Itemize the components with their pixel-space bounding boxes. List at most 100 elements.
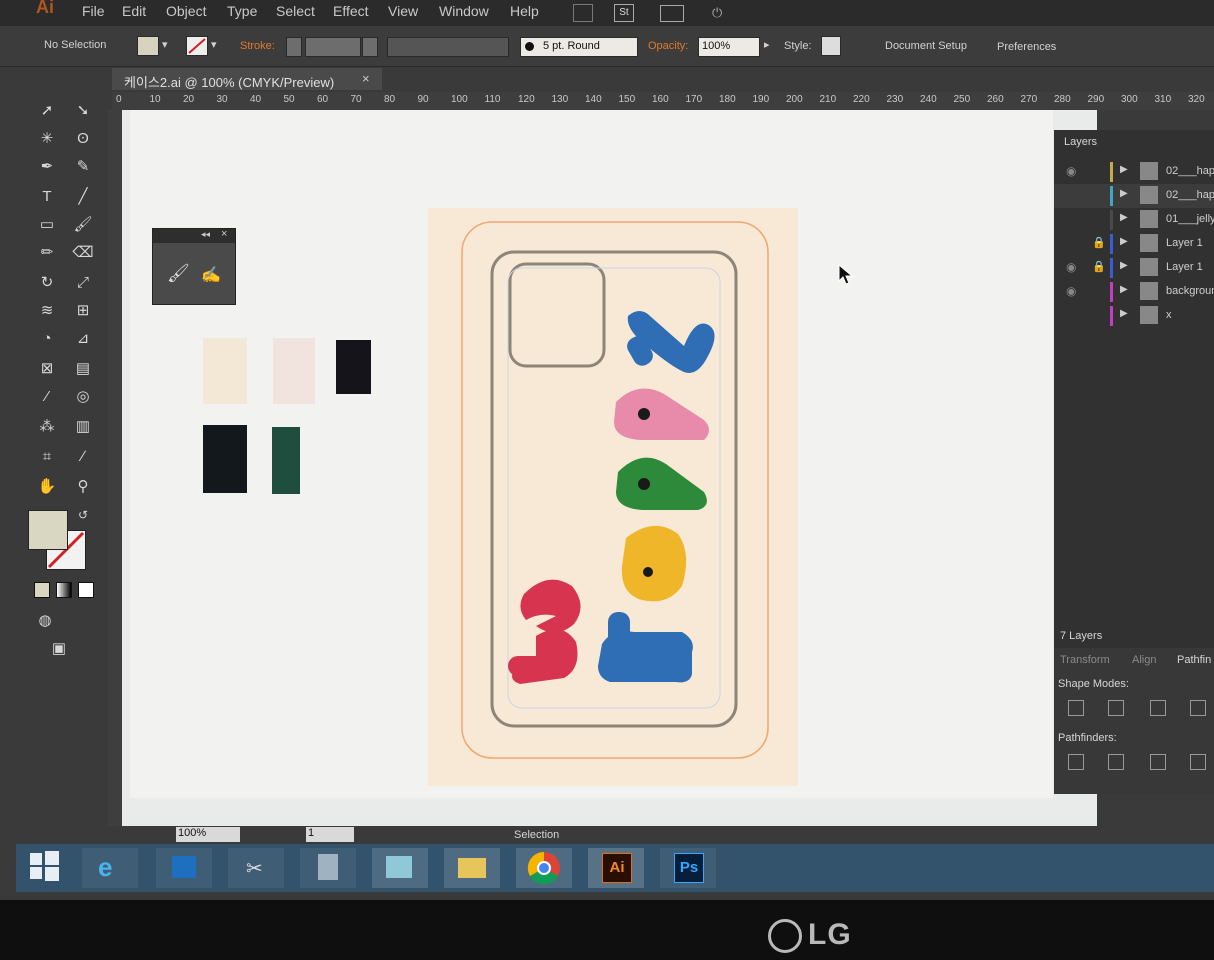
layer-name[interactable]: Layer 1 <box>1166 237 1203 249</box>
illustrator-taskbar-icon[interactable]: Ai <box>588 848 644 888</box>
menu-effect[interactable]: Effect <box>333 3 369 19</box>
layer-row[interactable]: ◉ ▶ 02___hap <box>1054 160 1214 184</box>
swatch-black[interactable] <box>336 340 371 394</box>
width-tool-icon[interactable]: ≋ <box>36 300 58 322</box>
pen-tool-icon[interactable]: ✒ <box>36 156 58 178</box>
photoshop-taskbar-icon[interactable]: Ps <box>660 848 716 888</box>
chrome-icon[interactable] <box>516 848 572 888</box>
layer-row[interactable]: ◉ 🔒 ▶ Layer 1 <box>1054 256 1214 280</box>
document-setup-button[interactable]: Document Setup <box>885 40 967 52</box>
arrange-documents-icon[interactable] <box>660 5 684 22</box>
eraser-tool-icon[interactable]: ⌫ <box>72 242 94 264</box>
expand-arrow-icon[interactable]: ▶ <box>1120 188 1128 199</box>
artboard-number-field[interactable]: 1 <box>306 827 354 842</box>
divide-icon[interactable] <box>1068 754 1084 770</box>
stock-icon[interactable]: St <box>614 4 634 22</box>
internet-explorer-icon[interactable]: e <box>82 848 138 888</box>
menu-help[interactable]: Help <box>510 3 539 19</box>
visibility-eye-icon[interactable]: ◉ <box>1066 284 1076 298</box>
stroke-weight-stepper[interactable] <box>286 37 302 57</box>
stroke-label[interactable]: Stroke: <box>240 40 275 52</box>
lock-icon[interactable]: 🔒 <box>1092 236 1106 249</box>
layer-name[interactable]: Layer 1 <box>1166 261 1203 273</box>
column-graph-tool-icon[interactable]: ▥ <box>72 416 94 438</box>
layer-row[interactable]: ▶ x <box>1054 304 1214 328</box>
notes-app-icon[interactable] <box>372 848 428 888</box>
status-mode[interactable]: Selection <box>514 829 559 841</box>
menu-select[interactable]: Select <box>276 3 315 19</box>
variable-width-profile[interactable] <box>387 37 509 57</box>
zoom-tool-icon[interactable]: ⚲ <box>72 476 94 498</box>
document-tab[interactable]: 케이스2.ai @ 100% (CMYK/Preview) × <box>112 68 382 90</box>
layer-name[interactable]: backgroun <box>1166 285 1214 297</box>
layer-row[interactable]: 🔒 ▶ Layer 1 <box>1054 232 1214 256</box>
sync-icon[interactable]: ⏻ <box>712 5 734 21</box>
file-explorer-icon[interactable] <box>444 848 500 888</box>
lasso-tool-icon[interactable]: ʘ <box>72 128 94 150</box>
stroke-swatch[interactable] <box>186 36 208 56</box>
stroke-weight-dropdown[interactable] <box>362 37 378 57</box>
selection-tool-icon[interactable]: ➚ <box>36 100 58 122</box>
expand-arrow-icon[interactable]: ▶ <box>1120 236 1128 247</box>
symbol-sprayer-tool-icon[interactable]: ⁂ <box>36 416 58 438</box>
rectangle-tool-icon[interactable]: ▭ <box>36 214 58 236</box>
menu-object[interactable]: Object <box>166 3 206 19</box>
swatch-blush[interactable] <box>273 338 315 404</box>
expand-arrow-icon[interactable]: ▶ <box>1120 164 1128 175</box>
hand-tool-icon[interactable]: ✋ <box>36 476 58 498</box>
paintbrush-tool-icon[interactable]: 🖌 <box>72 214 94 236</box>
opacity-arrow-icon[interactable]: ▸ <box>764 38 770 51</box>
minus-front-icon[interactable] <box>1108 700 1124 716</box>
layer-name[interactable]: x <box>1166 309 1172 321</box>
tools-app-icon[interactable]: ✂ <box>228 848 284 888</box>
style-swatch[interactable] <box>821 36 841 56</box>
pencil-tool-icon[interactable]: ✏ <box>36 242 58 264</box>
bridge-icon[interactable] <box>573 4 593 22</box>
brushes-mini-panel[interactable]: ◂◂ × 🖌 ✍ <box>152 228 236 305</box>
slice-tool-icon[interactable]: ∕ <box>72 446 94 468</box>
opacity-field[interactable]: 100% <box>698 37 760 57</box>
line-tool-icon[interactable]: ╱ <box>72 186 94 208</box>
mesh-tool-icon[interactable]: ⊠ <box>36 358 58 380</box>
close-icon[interactable]: × <box>221 228 227 240</box>
swatch-green[interactable] <box>272 427 300 494</box>
stroke-weight-field[interactable] <box>305 37 361 57</box>
crop-icon[interactable] <box>1190 754 1206 770</box>
fill-color-front[interactable] <box>28 510 68 550</box>
tab-transform[interactable]: Transform <box>1060 654 1110 666</box>
intersect-icon[interactable] <box>1150 700 1166 716</box>
preferences-button[interactable]: Preferences <box>997 41 1056 53</box>
direct-selection-tool-icon[interactable]: ➘ <box>72 100 94 122</box>
brush-definition[interactable]: 5 pt. Round <box>520 37 638 57</box>
file-manager-icon[interactable] <box>156 848 212 888</box>
eyedropper-tool-icon[interactable]: ⁄ <box>36 386 58 408</box>
phone-case-artwork[interactable] <box>428 208 800 788</box>
menu-window[interactable]: Window <box>439 3 489 19</box>
curvature-tool-icon[interactable]: ✎ <box>72 156 94 178</box>
opacity-label[interactable]: Opacity: <box>648 40 688 52</box>
blob-brush-icon[interactable]: ✍ <box>201 265 221 285</box>
none-mode-icon[interactable] <box>78 582 94 598</box>
gradient-tool-icon[interactable]: ▤ <box>72 358 94 380</box>
trim-icon[interactable] <box>1108 754 1124 770</box>
color-mode-icon[interactable] <box>34 582 50 598</box>
paintbrush-icon[interactable]: 🖌 <box>167 263 190 284</box>
gradient-mode-icon[interactable] <box>56 582 72 598</box>
calculator-icon[interactable] <box>300 848 356 888</box>
merge-icon[interactable] <box>1150 754 1166 770</box>
blend-tool-icon[interactable]: ◎ <box>72 386 94 408</box>
menu-view[interactable]: View <box>388 3 418 19</box>
tab-close-icon[interactable]: × <box>362 71 370 86</box>
perspective-grid-tool-icon[interactable]: ⊿ <box>72 328 94 350</box>
swap-fill-stroke-icon[interactable]: ↺ <box>72 504 94 526</box>
stroke-dropdown-icon[interactable]: ▾ <box>211 38 217 51</box>
menu-file[interactable]: File <box>82 3 105 19</box>
layer-row[interactable]: ◉ ▶ backgroun <box>1054 280 1214 304</box>
tab-align[interactable]: Align <box>1132 654 1156 666</box>
menu-edit[interactable]: Edit <box>122 3 146 19</box>
exclude-icon[interactable] <box>1190 700 1206 716</box>
scale-tool-icon[interactable]: ⤢ <box>72 272 94 294</box>
type-tool-icon[interactable]: T <box>36 186 58 208</box>
canvas-area[interactable]: ◂◂ × 🖌 ✍ <box>122 110 1097 828</box>
lock-icon[interactable]: 🔒 <box>1092 260 1106 273</box>
